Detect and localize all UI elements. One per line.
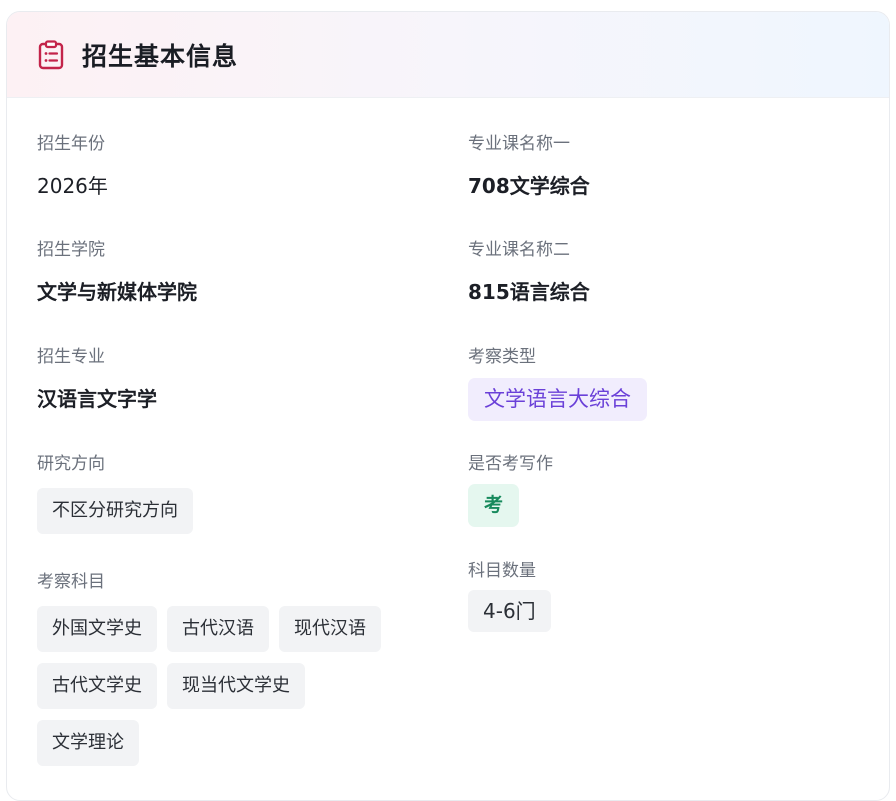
subject-tag: 古代汉语 xyxy=(167,606,269,652)
subject-tag: 文学理论 xyxy=(37,720,139,766)
exam-type-label: 考察类型 xyxy=(468,347,536,367)
field-subjects: 考察科目 外国文学史 古代汉语 现代汉语 古代文学史 现当代文学史 文学理论 xyxy=(37,570,381,766)
direction-tag: 不区分研究方向 xyxy=(37,488,193,534)
field-direction: 研究方向 不区分研究方向 xyxy=(37,452,381,570)
subject-tag: 现当代文学史 xyxy=(167,663,305,709)
clipboard-list-icon xyxy=(38,39,64,69)
subject-tag: 现代汉语 xyxy=(279,606,381,652)
major-value: 汉语言文字学 xyxy=(37,387,157,411)
year-label: 招生年份 xyxy=(37,134,105,154)
field-year: 招生年份 2026年 xyxy=(37,132,381,238)
course-2-label: 专业课名称二 xyxy=(468,240,570,260)
college-value: 文学与新媒体学院 xyxy=(37,280,197,304)
writing-label: 是否考写作 xyxy=(468,454,553,474)
field-major: 招生专业 汉语言文字学 xyxy=(37,345,381,452)
field-college: 招生学院 文学与新媒体学院 xyxy=(37,238,381,345)
field-exam-type: 考察类型 文学语言大综合 xyxy=(468,345,647,452)
field-course-2: 专业课名称二 815语言综合 xyxy=(468,238,647,345)
subject-tag: 古代文学史 xyxy=(37,663,157,709)
subjects-tag-list: 外国文学史 古代汉语 现代汉语 古代文学史 现当代文学史 文学理论 xyxy=(37,606,381,766)
card-title: 招生基本信息 xyxy=(82,41,239,71)
card-header: 招生基本信息 xyxy=(7,12,889,98)
subjects-label: 考察科目 xyxy=(37,572,105,592)
course-2-value: 815语言综合 xyxy=(468,280,590,304)
exam-type-badge: 文学语言大综合 xyxy=(468,378,647,421)
course-1-value: 708文学综合 xyxy=(468,174,590,198)
field-subject-count: 科目数量 4-6门 xyxy=(468,559,647,632)
direction-label: 研究方向 xyxy=(37,454,105,474)
college-label: 招生学院 xyxy=(37,240,105,260)
subject-count-label: 科目数量 xyxy=(468,561,536,581)
field-writing: 是否考写作 考 xyxy=(468,452,647,559)
writing-badge: 考 xyxy=(468,484,520,527)
major-label: 招生专业 xyxy=(37,347,105,367)
subject-tag: 外国文学史 xyxy=(37,606,157,652)
left-column: 招生年份 2026年 招生学院 文学与新媒体学院 招生专业 汉语言文字学 研究方… xyxy=(37,132,381,777)
subject-count-tag: 4-6门 xyxy=(468,590,551,632)
right-column: 专业课名称一 708文学综合 专业课名称二 815语言综合 考察类型 文学语言大… xyxy=(468,132,647,632)
field-course-1: 专业课名称一 708文学综合 xyxy=(468,132,647,238)
course-1-label: 专业课名称一 xyxy=(468,134,570,154)
year-value: 2026年 xyxy=(37,174,108,198)
admission-info-card: 招生基本信息 招生年份 2026年 招生学院 文学与新媒体学院 招生专业 汉语言… xyxy=(6,11,890,801)
